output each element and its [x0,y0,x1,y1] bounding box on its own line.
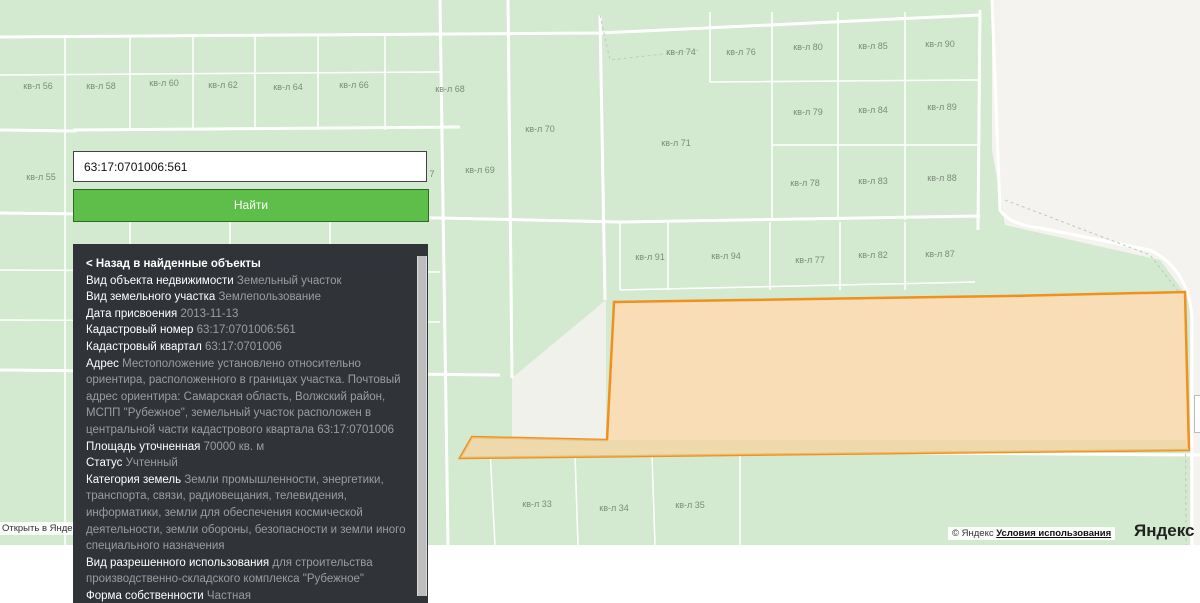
cadastral-search-input[interactable] [73,151,427,182]
quarter-label: кв-л 64 [273,82,303,92]
copyright-text: © Яндекс [952,528,994,539]
panel-scrollbar[interactable] [417,256,427,596]
quarter-label: кв-л 74 [666,47,696,57]
quarter-label: кв-л 82 [858,250,888,260]
back-row: < Назад в найденные объекты [86,256,412,273]
quarter-label: кв-л 35 [675,500,705,510]
quarter-label: кв-л 55 [26,172,56,182]
info-key: Дата присвоения [86,307,178,320]
find-button[interactable]: Найти [73,189,429,222]
info-row: Форма собственности Частная [86,588,412,603]
info-value: 2013-11-13 [180,307,239,320]
info-value: Местоположение установлено относительно … [86,357,401,436]
quarter-label: кв-л 58 [86,81,116,91]
quarter-label: кв-л 88 [927,173,957,183]
quarter-label: кв-л 68 [435,84,465,94]
info-row: Вид объекта недвижимости Земельный участ… [86,273,412,290]
quarter-label: кв-л 85 [858,41,888,51]
quarter-label: кв-л 34 [599,503,629,513]
info-value: Землепользование [218,291,321,304]
quarter-label: кв-л 83 [858,176,888,186]
info-row: Кадастровый квартал 63:17:0701006 [86,339,412,356]
info-row: Дата присвоения 2013-11-13 [86,306,412,323]
quarter-label: кв-л 84 [858,105,888,115]
info-key: Площадь уточненная [86,440,201,453]
info-value: 70000 кв. м [203,440,265,453]
info-key: Вид земельного участка [86,291,216,304]
quarter-label: кв-л 87 [925,249,955,259]
info-row: Вид разрешенного использования для строи… [86,555,412,588]
info-key: Адрес [86,357,119,370]
object-info-panel: < Назад в найденные объекты Вид объекта … [73,244,428,603]
quarter-label: кв-л 90 [925,39,955,49]
info-key: Категория земель [86,473,182,486]
info-row: Категория земель Земли промышленности, э… [86,472,412,555]
quarter-label: кв-л 94 [711,251,741,261]
info-key: Вид объекта недвижимости [86,274,234,287]
yandex-logo: Яндекс К [1134,521,1200,540]
quarter-label: кв-л 66 [339,80,369,90]
info-value: Учтенный [125,457,178,470]
quarter-label: кв-л 33 [522,499,552,509]
info-value: 63:17:0701006 [205,340,282,353]
scrollbar-thumb[interactable] [418,256,426,596]
info-key: Статус [86,457,123,470]
quarter-label: 7 [429,169,435,179]
quarter-label: кв-л 60 [149,78,179,88]
back-to-results-link[interactable]: < Назад в найденные объекты [86,258,261,270]
quarter-label: кв-л 71 [661,138,691,148]
quarter-label: кв-л 91 [635,252,665,262]
info-key: Форма собственности [86,589,204,602]
quarter-label: кв-л 69 [465,165,495,175]
quarter-label: кв-л 70 [525,124,555,134]
info-row: Площадь уточненная 70000 кв. м [86,439,412,456]
quarter-label: кв-л 80 [793,42,823,52]
map-side-control[interactable] [1194,395,1200,433]
quarter-label: кв-л 77 [795,255,825,265]
info-row: Статус Учтенный [86,455,412,472]
quarter-label: кв-л 79 [793,107,823,117]
map-attribution: © Яндекс Условия использования [948,527,1116,540]
info-value: Частная [206,589,251,602]
info-key: Кадастровый номер [86,324,194,337]
open-in-yandex-link[interactable]: Открыть в Янде [0,522,75,535]
info-row: Адрес Местоположение установлено относит… [86,356,412,439]
quarter-label: кв-л 78 [790,178,820,188]
quarter-label: кв-л 62 [208,80,238,90]
quarter-label: кв-л 89 [927,102,957,112]
info-value: 63:17:0701006:561 [196,324,296,337]
info-key: Вид разрешенного использования [86,556,270,569]
info-key: Кадастровый квартал [86,340,202,353]
terms-of-use-link[interactable]: Условия использования [996,528,1111,539]
info-row: Кадастровый номер 63:17:0701006:561 [86,322,412,339]
quarter-label: кв-л 76 [726,47,756,57]
quarter-label: кв-л 56 [23,81,53,91]
info-value: Земельный участок [236,274,342,287]
info-row: Вид земельного участка Землепользование [86,289,412,306]
